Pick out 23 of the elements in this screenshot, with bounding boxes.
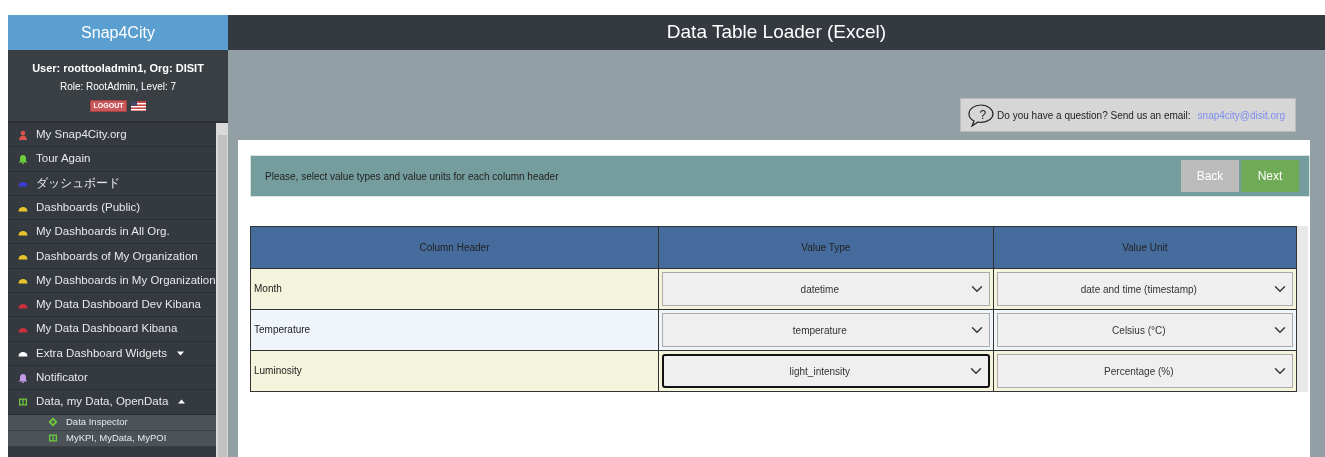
instruction-text: Please, select value types and value units for each column header [265, 169, 560, 184]
user-role: Role: RootAdmin, Level: 7 [59, 79, 177, 94]
scrollbar[interactable] [1297, 226, 1308, 392]
brand-title: Snap4City [8, 15, 228, 50]
value-type-select[interactable]: datetime [661, 272, 990, 306]
user-name: User: roottooladmin1, Org: DISIT [32, 61, 204, 76]
flag-icon[interactable] [131, 100, 147, 111]
column-header: Value Unit [993, 226, 1297, 269]
column-header: Value Type [658, 226, 994, 269]
value-unit-select[interactable]: Celsius (°C) [996, 313, 1293, 347]
column-header: Column Header [250, 226, 659, 269]
table-cell: Month [250, 268, 659, 310]
value-type-select[interactable]: temperature [661, 313, 990, 347]
help-text: Do you have a question? Send us an email: [997, 108, 1191, 123]
question-mark: ? [979, 107, 987, 124]
value-type-select[interactable]: light_intensity [661, 354, 990, 388]
scrollbar[interactable] [216, 123, 228, 457]
value-unit-select[interactable]: Percentage (%) [996, 354, 1293, 388]
table-cell: Luminosity [250, 350, 659, 392]
question-bubble-icon [967, 103, 996, 127]
value-unit-select[interactable]: date and time (timestamp) [996, 272, 1293, 306]
page-title: Data Table Loader (Excel) [666, 20, 887, 45]
table-cell: Temperature [250, 309, 659, 351]
